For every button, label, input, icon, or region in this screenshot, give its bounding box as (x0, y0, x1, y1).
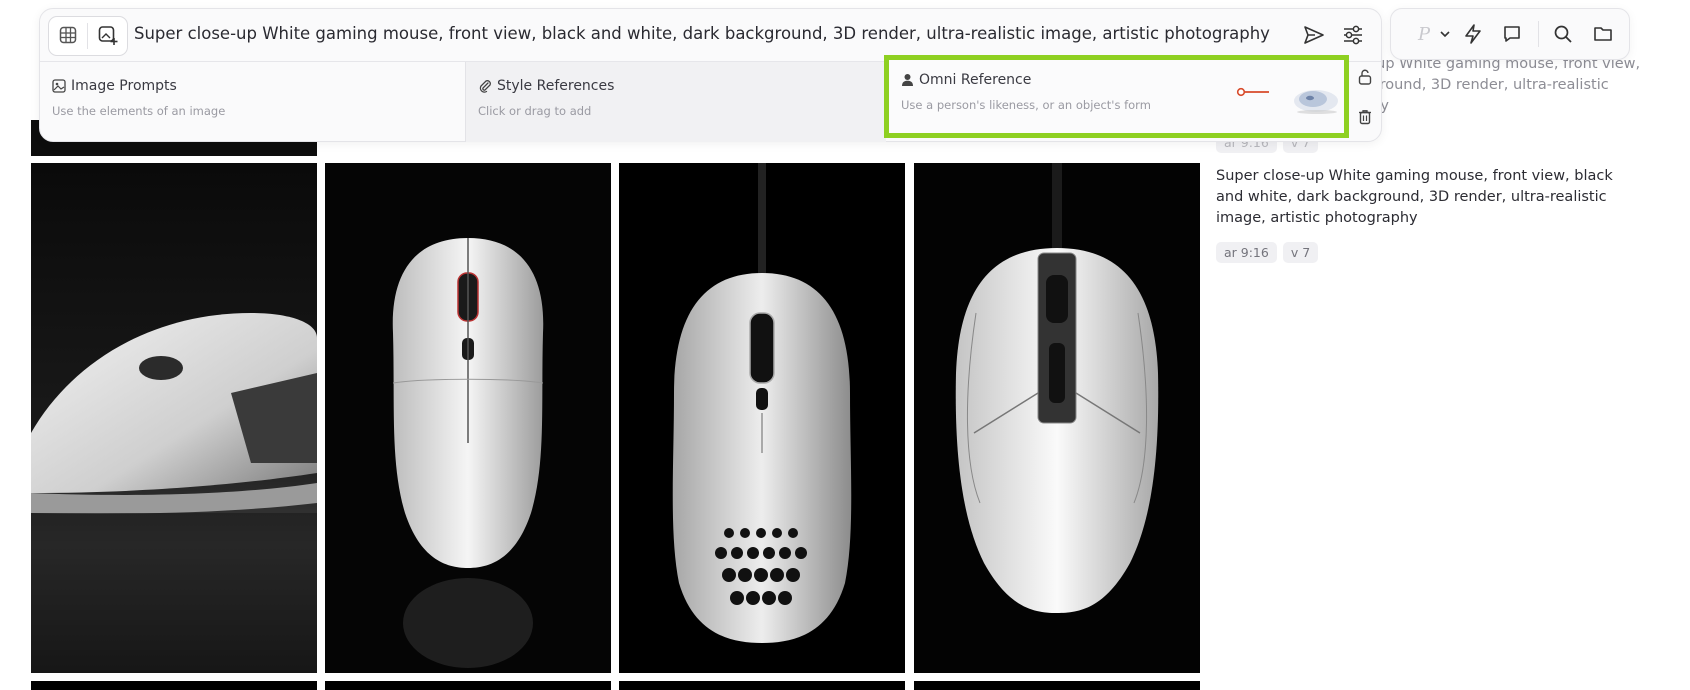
image-tile-1[interactable] (31, 163, 317, 673)
add-image-button[interactable] (91, 18, 125, 52)
lightning-icon (1465, 24, 1481, 44)
style-references-title: Style References (497, 78, 615, 94)
omni-weight-slider[interactable] (1236, 83, 1270, 97)
delete-reference-button[interactable] (1353, 105, 1377, 129)
submit-prompt-button[interactable] (1297, 18, 1331, 52)
style-references-heading: Style References (478, 78, 614, 94)
mouse-top-image (955, 163, 1159, 613)
fast-mode-button[interactable] (1456, 17, 1490, 51)
tag-aspect-ratio[interactable]: ar 9:16 (1216, 242, 1277, 263)
image-prompts-slot[interactable]: Image Prompts Use the elements of an ima… (40, 62, 465, 142)
settings-button[interactable] (1336, 18, 1370, 52)
mouse-thumbnail-image (1294, 90, 1338, 114)
image-tile-8[interactable] (914, 681, 1200, 690)
sliders-icon (1344, 25, 1362, 45)
unlock-icon (1358, 69, 1372, 85)
add-image-icon (98, 26, 118, 45)
omni-reference-subtitle: Use a person's likeness, or an object's … (901, 98, 1151, 112)
prompt-input[interactable]: Super close-up White gaming mouse, front… (134, 24, 1270, 43)
trash-icon (1359, 110, 1371, 125)
tag-version[interactable]: v 7 (1282, 242, 1319, 263)
omni-reference-thumbnail[interactable] (1289, 80, 1343, 120)
image-tile-6[interactable] (325, 681, 611, 690)
side-prompt-text[interactable]: Super close-up White gaming mouse, front… (1216, 166, 1616, 229)
paperclip-icon (479, 80, 491, 93)
image-tile-2[interactable] (325, 163, 611, 673)
profile-menu-button[interactable]: P (1409, 17, 1459, 51)
search-button[interactable] (1546, 17, 1580, 51)
grid-icon (59, 26, 77, 44)
lock-button[interactable] (1353, 65, 1377, 89)
image-prompts-title: Image Prompts (71, 78, 177, 94)
folder-button[interactable] (1586, 17, 1620, 51)
image-tile-5[interactable] (31, 681, 317, 690)
mouse-honeycomb-image (672, 163, 852, 643)
image-tile-3[interactable] (619, 163, 905, 673)
person-icon (902, 74, 913, 86)
faded-line-3: phy (1362, 96, 1690, 117)
image-tile-7[interactable] (619, 681, 905, 690)
mouse-front-image (392, 238, 544, 668)
style-references-slot[interactable]: Style References Click or drag to add (465, 62, 886, 142)
prompt-tags: ar 9:16 v 7 (1216, 242, 1319, 263)
chevron-down-icon (1440, 31, 1450, 38)
faded-line-2: kground, 3D render, ultra-realistic (1362, 77, 1609, 93)
send-icon (1304, 26, 1324, 44)
top-right-toolbar: P (1390, 8, 1630, 60)
chat-icon (1504, 26, 1520, 42)
omni-reference-title: Omni Reference (919, 72, 1032, 88)
image-tile-4[interactable] (914, 163, 1200, 673)
profile-letter: P (1417, 23, 1431, 45)
side-faded-prompt: e-up White gaming mouse, front view, kgr… (1362, 54, 1690, 117)
image-prompts-subtitle: Use the elements of an image (52, 104, 226, 118)
prompt-row: Super close-up White gaming mouse, front… (40, 9, 1381, 61)
chat-button[interactable] (1495, 17, 1529, 51)
folder-icon (1594, 27, 1612, 41)
mouse-side-image (31, 313, 317, 673)
image-icon (52, 79, 66, 93)
prompt-icon-group (48, 16, 128, 56)
omni-reference-slot[interactable]: Omni Reference Use a person's likeness, … (884, 55, 1349, 138)
omni-reference-heading: Omni Reference (901, 72, 1031, 88)
image-prompts-heading: Image Prompts (52, 78, 177, 94)
grid-toggle-button[interactable] (51, 18, 85, 52)
slider-handle-icon (1236, 87, 1269, 97)
search-icon (1554, 25, 1572, 43)
style-references-subtitle: Click or drag to add (478, 104, 592, 118)
